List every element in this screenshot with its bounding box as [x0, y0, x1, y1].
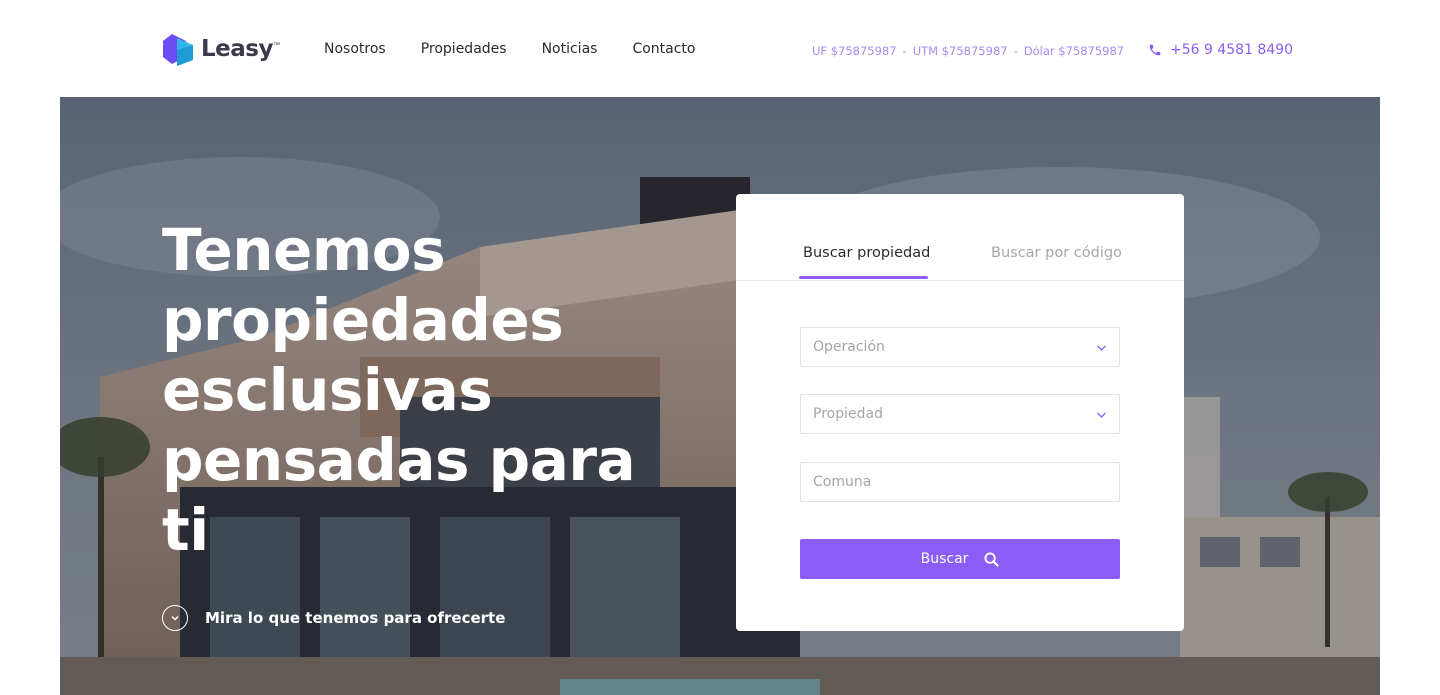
nav-item-nosotros[interactable]: Nosotros [324, 41, 386, 57]
operacion-select[interactable]: Operación [800, 327, 1120, 367]
search-icon [984, 551, 1000, 567]
buscar-button[interactable]: Buscar [800, 539, 1120, 579]
phone-number: +56 9 4581 8490 [1170, 42, 1294, 58]
hero-title-line: Tenemos [162, 216, 446, 284]
comuna-placeholder: Comuna [813, 474, 872, 490]
propiedad-placeholder: Propiedad [813, 406, 883, 422]
economic-indicators: UF $75875987 - UTM $75875987 - Dólar $75… [812, 44, 1124, 58]
discover-link[interactable]: Mira lo que tenemos para ofrecerte [162, 605, 505, 631]
indicator-utm: UTM $75875987 [912, 44, 1008, 58]
active-tab-indicator [799, 276, 928, 279]
discover-label: Mira lo que tenemos para ofrecerte [205, 609, 506, 627]
logo-icon [163, 32, 197, 66]
hero-title-line: pensadas para ti [162, 426, 636, 564]
brand-logo[interactable]: Leasy ™ [163, 32, 280, 66]
tab-buscar-propiedad[interactable]: Buscar propiedad [803, 245, 930, 261]
nav-item-contacto[interactable]: Contacto [632, 41, 695, 57]
buscar-button-label: Buscar [920, 551, 969, 567]
hero-title-line: esclusivas [162, 356, 493, 424]
hero-title-line: propiedades [162, 286, 564, 354]
brand-name: Leasy [201, 36, 273, 62]
chevron-down-circle-icon [162, 605, 188, 631]
hero-title: Tenemos propiedades esclusivas pensadas … [162, 215, 682, 565]
nav-item-noticias[interactable]: Noticias [542, 41, 598, 57]
indicator-dolar: Dólar $75875987 [1023, 44, 1125, 58]
indicator-uf: UF $75875987 [812, 44, 897, 58]
phone-icon [1149, 44, 1161, 56]
trademark-symbol: ™ [272, 41, 280, 49]
site-header: Leasy ™ Nosotros Propiedades Noticias Co… [0, 0, 1440, 97]
search-tabs: Buscar propiedad Buscar por código [736, 194, 1184, 281]
operacion-placeholder: Operación [813, 339, 885, 355]
nav-item-propiedades[interactable]: Propiedades [421, 41, 507, 57]
indicator-separator: - [1013, 44, 1018, 58]
comuna-input[interactable]: Comuna [800, 462, 1120, 502]
search-card: Buscar propiedad Buscar por código Opera… [736, 194, 1184, 631]
tab-buscar-por-codigo[interactable]: Buscar por código [991, 245, 1122, 261]
chevron-down-icon [1097, 345, 1106, 351]
phone-link[interactable]: +56 9 4581 8490 [1148, 42, 1293, 58]
indicator-separator: - [902, 44, 907, 58]
propiedad-select[interactable]: Propiedad [800, 394, 1120, 434]
chevron-down-icon [1097, 412, 1106, 418]
main-nav: Nosotros Propiedades Noticias Contacto [324, 41, 731, 57]
